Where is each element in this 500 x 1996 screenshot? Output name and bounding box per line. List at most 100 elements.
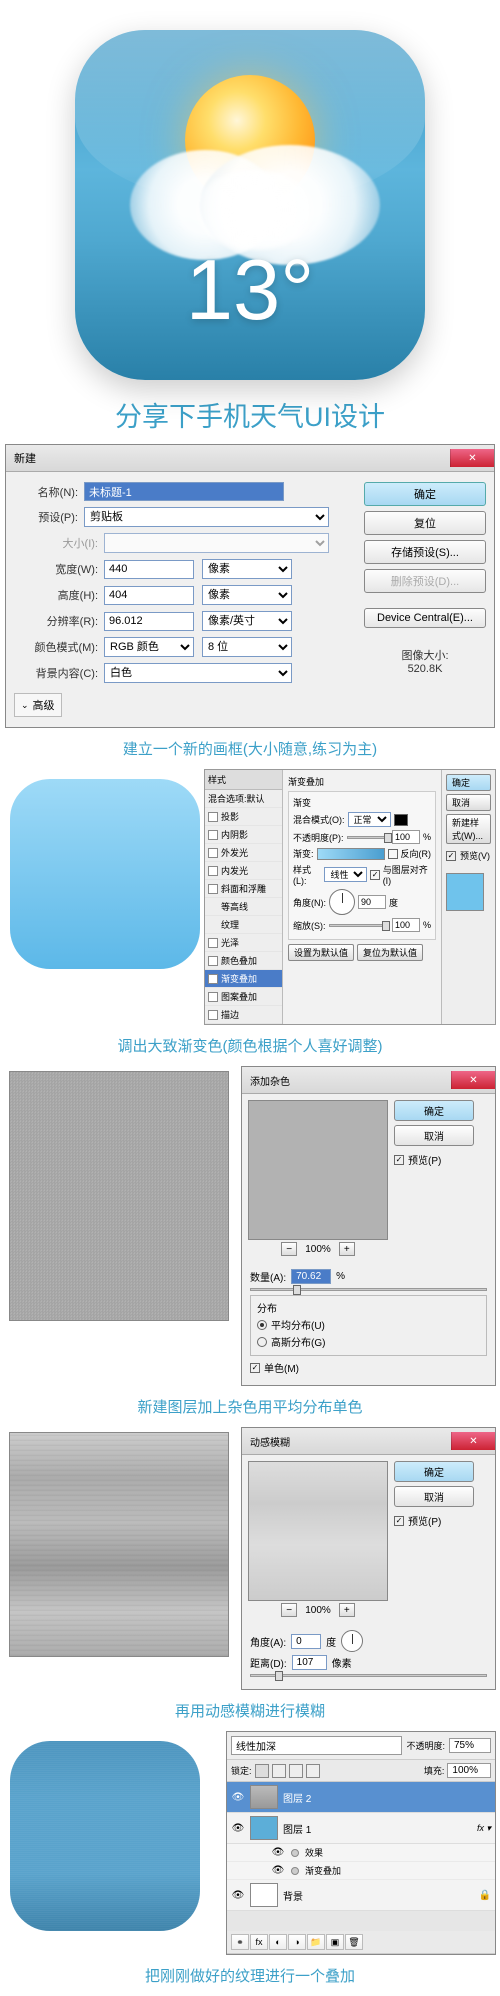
reset-default-button[interactable]: 复位为默认值 bbox=[357, 944, 423, 961]
close-icon[interactable]: ✕ bbox=[451, 1432, 495, 1450]
height-label: 高度(H): bbox=[14, 587, 104, 603]
fill-select[interactable]: 100% bbox=[447, 1763, 491, 1778]
angle-input[interactable]: 90 bbox=[358, 895, 386, 909]
close-icon[interactable]: ✕ bbox=[451, 1071, 495, 1089]
blur-preview bbox=[248, 1461, 388, 1601]
ls-item[interactable]: 混合选项:默认 bbox=[205, 790, 282, 808]
save-preset-button[interactable]: 存储预设(S)... bbox=[364, 540, 486, 564]
preset-select[interactable]: 剪贴板 bbox=[84, 507, 329, 527]
bg-select[interactable]: 白色 bbox=[104, 663, 292, 683]
angle-input[interactable] bbox=[291, 1634, 321, 1649]
mask-icon[interactable]: ◐ bbox=[269, 1934, 287, 1950]
height-unit[interactable]: 像素 bbox=[202, 585, 292, 605]
ls-item[interactable]: 光泽 bbox=[205, 934, 282, 952]
gradient-preview-bar[interactable] bbox=[317, 848, 385, 860]
ok-button[interactable]: 确定 bbox=[446, 774, 491, 791]
ls-item[interactable]: 等高线 bbox=[205, 898, 282, 916]
gradient-overlay-title: 渐变叠加 bbox=[288, 775, 436, 788]
new-document-dialog: 新建 ✕ 名称(N): 预设(P):剪贴板 大小(I): 宽度(W):像素 高度… bbox=[5, 444, 495, 728]
adjustment-icon[interactable]: ◑ bbox=[288, 1934, 306, 1950]
close-icon[interactable]: ✕ bbox=[450, 449, 494, 467]
zoom-out-button[interactable]: − bbox=[281, 1242, 297, 1256]
name-input[interactable] bbox=[84, 482, 284, 501]
layer-row[interactable]: 👁 背景 🔒 bbox=[227, 1880, 495, 1911]
trash-icon[interactable]: 🗑 bbox=[345, 1934, 363, 1950]
image-size-value: 520.8K bbox=[364, 663, 486, 675]
styles-title: 样式 bbox=[205, 770, 282, 790]
size-label: 大小(I): bbox=[14, 535, 104, 551]
folder-icon[interactable]: 📁 bbox=[307, 1934, 325, 1950]
cancel-button[interactable]: 取消 bbox=[394, 1125, 474, 1146]
mono-checkbox[interactable]: ✓单色(M) bbox=[250, 1360, 487, 1375]
eye-icon[interactable]: 👁 bbox=[231, 1889, 245, 1901]
res-label: 分辨率(R): bbox=[14, 613, 104, 629]
motion-blur-texture bbox=[9, 1432, 229, 1657]
ok-button[interactable]: 确定 bbox=[394, 1461, 474, 1482]
new-layer-icon[interactable]: ▣ bbox=[326, 1934, 344, 1950]
eye-icon[interactable]: 👁 bbox=[231, 1822, 245, 1834]
advanced-toggle[interactable]: ⌄高级 bbox=[14, 693, 62, 717]
scale-input[interactable]: 100 bbox=[392, 918, 420, 932]
cancel-button[interactable]: 取消 bbox=[394, 1486, 474, 1507]
caption-2: 调出大致渐变色(颜色根据个人喜好调整) bbox=[0, 1035, 500, 1056]
color-swatch[interactable] bbox=[394, 814, 408, 826]
res-input[interactable] bbox=[104, 612, 194, 631]
angle-wheel[interactable] bbox=[329, 889, 355, 915]
lock-icon: 🔒 bbox=[479, 1890, 491, 1901]
width-input[interactable] bbox=[104, 560, 194, 579]
opacity-input[interactable]: 100 bbox=[392, 830, 420, 844]
ls-item[interactable]: 颜色叠加 bbox=[205, 952, 282, 970]
delete-preset-button: 删除预设(D)... bbox=[364, 569, 486, 593]
reset-button[interactable]: 复位 bbox=[364, 511, 486, 535]
blend-select[interactable]: 正常 bbox=[348, 812, 391, 827]
opacity-select[interactable]: 75% bbox=[449, 1738, 491, 1753]
device-central-button[interactable]: Device Central(E)... bbox=[364, 608, 486, 628]
caption-3: 新建图层加上杂色用平均分布单色 bbox=[0, 1396, 500, 1417]
link-icon[interactable]: ⚭ bbox=[231, 1934, 249, 1950]
layer-row[interactable]: 👁 图层 1 fx ▾ bbox=[227, 1813, 495, 1844]
lock-position-icon[interactable] bbox=[289, 1764, 303, 1778]
ls-item[interactable]: 投影 bbox=[205, 808, 282, 826]
amount-input[interactable] bbox=[291, 1269, 331, 1284]
zoom-out-button[interactable]: − bbox=[281, 1603, 297, 1617]
caption-4: 再用动感模糊进行模糊 bbox=[0, 1700, 500, 1721]
ok-button[interactable]: 确定 bbox=[364, 482, 486, 506]
uniform-radio[interactable]: 平均分布(U) bbox=[257, 1317, 480, 1332]
ls-item[interactable]: 斜面和浮雕 bbox=[205, 880, 282, 898]
ok-button[interactable]: 确定 bbox=[394, 1100, 474, 1121]
layer-row[interactable]: 👁 图层 2 bbox=[227, 1782, 495, 1813]
ls-item[interactable]: 内发光 bbox=[205, 862, 282, 880]
res-unit[interactable]: 像素/英寸 bbox=[202, 611, 292, 631]
lock-transparency-icon[interactable] bbox=[255, 1764, 269, 1778]
set-default-button[interactable]: 设置为默认值 bbox=[288, 944, 354, 961]
ls-item[interactable]: 外发光 bbox=[205, 844, 282, 862]
gaussian-radio[interactable]: 高斯分布(G) bbox=[257, 1334, 480, 1349]
zoom-in-button[interactable]: + bbox=[339, 1242, 355, 1256]
layer-thumbnail bbox=[250, 1816, 278, 1840]
layer-thumbnail bbox=[250, 1883, 278, 1907]
cancel-button[interactable]: 取消 bbox=[446, 794, 491, 811]
new-style-button[interactable]: 新建样式(W)... bbox=[446, 814, 491, 844]
angle-wheel[interactable] bbox=[341, 1630, 363, 1652]
height-input[interactable] bbox=[104, 586, 194, 605]
lock-pixels-icon[interactable] bbox=[272, 1764, 286, 1778]
ls-item[interactable]: 描边 bbox=[205, 1006, 282, 1024]
depth-select[interactable]: 8 位 bbox=[202, 637, 292, 657]
ls-item[interactable]: 图案叠加 bbox=[205, 988, 282, 1006]
lock-all-icon[interactable] bbox=[306, 1764, 320, 1778]
eye-icon[interactable]: 👁 bbox=[231, 1791, 245, 1803]
fx-icon[interactable]: fx bbox=[250, 1934, 268, 1950]
ls-item[interactable]: 内阴影 bbox=[205, 826, 282, 844]
zoom-in-button[interactable]: + bbox=[339, 1603, 355, 1617]
blend-mode-select[interactable]: 线性加深 bbox=[231, 1736, 402, 1755]
gradient-style-select[interactable]: 线性 bbox=[324, 867, 367, 882]
layer-effect[interactable]: 👁渐变叠加 bbox=[227, 1862, 495, 1880]
layer-effect[interactable]: 👁效果 bbox=[227, 1844, 495, 1862]
mode-select[interactable]: RGB 颜色 bbox=[104, 637, 194, 657]
ls-item-gradient[interactable]: ✓渐变叠加 bbox=[205, 970, 282, 988]
brushed-preview bbox=[10, 1741, 200, 1931]
distance-input[interactable] bbox=[292, 1655, 327, 1670]
size-select bbox=[104, 533, 329, 553]
ls-item[interactable]: 纹理 bbox=[205, 916, 282, 934]
width-unit[interactable]: 像素 bbox=[202, 559, 292, 579]
